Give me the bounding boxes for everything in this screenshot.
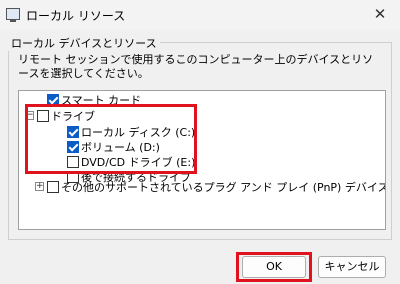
group-legend: ローカル デバイスとリソース	[8, 35, 160, 51]
drives-highlight-box	[25, 104, 197, 174]
title-bar: ローカル リソース ✕	[0, 0, 400, 30]
window-title: ローカル リソース	[26, 9, 126, 23]
expand-icon[interactable]: +	[35, 182, 44, 191]
cancel-button[interactable]: キャンセル	[318, 256, 386, 278]
pnp-checkbox[interactable]	[47, 180, 59, 193]
group-description: リモート セッションで使用するこのコンピューター上のデバイスとリソースを選択して…	[18, 53, 374, 80]
remote-desktop-icon	[6, 8, 20, 22]
close-button[interactable]: ✕	[368, 3, 392, 25]
tree-item-pnp-devices[interactable]: + その他のサポートされているプラグ アンド プレイ (PnP) デバイス	[35, 179, 386, 194]
ok-highlight-box	[236, 252, 312, 282]
tree-item-label: その他のサポートされているプラグ アンド プレイ (PnP) デバイス	[61, 180, 386, 194]
